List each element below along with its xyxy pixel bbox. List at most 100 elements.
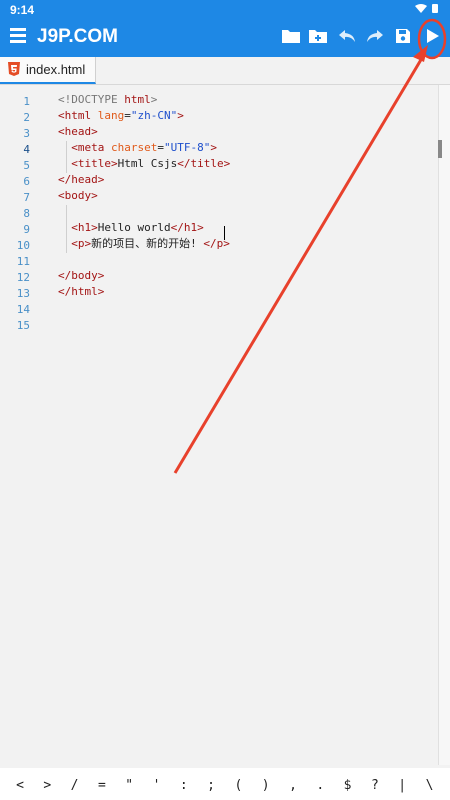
code-token: = <box>124 109 131 122</box>
code-token: 新的项目、新的开始! <box>91 237 204 250</box>
symbol-key[interactable]: , <box>280 778 306 793</box>
scrollbar-thumb[interactable] <box>438 140 442 158</box>
code-token: </body> <box>58 269 105 282</box>
line-number: 14 <box>16 303 30 316</box>
symbol-key[interactable]: ? <box>362 778 388 793</box>
line-number: 13 <box>16 287 30 300</box>
code-line: <body> <box>58 188 98 204</box>
line-number: 9 <box>23 223 30 236</box>
code-token: <meta <box>71 141 111 154</box>
symbol-key[interactable]: ( <box>225 778 251 793</box>
code-token: </p> <box>203 237 230 250</box>
status-icons <box>414 3 440 16</box>
status-time: 9:14 <box>10 3 35 17</box>
code-token: Hello world <box>97 221 171 234</box>
symbol-key[interactable]: / <box>62 778 88 793</box>
redo-button[interactable] <box>365 27 387 47</box>
code-token: charset <box>111 141 158 154</box>
app-title: J9P.COM <box>37 26 118 47</box>
code-line: <meta charset="UTF-8"> <box>58 140 217 156</box>
code-token: <p> <box>71 237 92 250</box>
symbol-key[interactable]: $ <box>335 778 361 793</box>
code-line: </body> <box>58 268 104 284</box>
save-icon <box>396 29 410 43</box>
line-number: 12 <box>16 271 30 284</box>
app-bar: 9:14 J9P.COM <box>0 0 450 57</box>
code-token: "zh-CN" <box>130 109 178 122</box>
code-token: > <box>177 109 184 122</box>
code-token: "UTF-8" <box>163 141 211 154</box>
undo-button[interactable] <box>337 27 359 47</box>
symbol-key-bar: < > / = " ':;(),. $? | \ <box>0 768 450 800</box>
line-number: 1 <box>23 95 30 108</box>
battery-icon <box>432 4 438 13</box>
line-number: 15 <box>16 319 30 332</box>
code-line: <title>Html Csjs</title> <box>58 156 230 172</box>
symbol-key[interactable]: ' <box>144 778 170 793</box>
save-button[interactable] <box>394 27 416 47</box>
run-icon <box>427 29 439 43</box>
code-line: <p>新的项目、新的开始! </p> <box>58 236 230 252</box>
code-token: Html Csjs <box>117 157 178 170</box>
vertical-scrollbar-track[interactable] <box>438 85 450 765</box>
symbol-key[interactable]: ; <box>198 778 224 793</box>
new-file-icon <box>309 30 327 43</box>
code-token: = <box>157 141 164 154</box>
code-token: html <box>124 93 151 106</box>
symbol-key[interactable]: > <box>34 778 60 793</box>
tab-bar: index.html <box>0 57 450 85</box>
redo-icon <box>367 30 383 42</box>
code-token: <title> <box>71 157 118 170</box>
code-line: </head> <box>58 172 104 188</box>
menu-icon[interactable] <box>10 28 26 43</box>
line-number: 7 <box>23 191 30 204</box>
text-cursor <box>224 226 225 240</box>
tab-label: index.html <box>26 62 86 77</box>
symbol-key[interactable]: ) <box>253 778 279 793</box>
code-token: </h1> <box>170 221 204 234</box>
open-folder-button[interactable] <box>281 27 303 47</box>
wifi-icon <box>415 4 438 13</box>
code-token: lang <box>97 109 125 122</box>
symbol-key[interactable]: : <box>171 778 197 793</box>
code-token: </title> <box>177 157 231 170</box>
code-token: <body> <box>58 189 98 202</box>
code-token: <h1> <box>71 221 98 234</box>
tab-index-html[interactable]: index.html <box>0 57 96 84</box>
code-token: > <box>150 93 158 106</box>
line-number: 2 <box>23 111 30 124</box>
symbol-key[interactable]: " <box>116 778 142 793</box>
code-line: </html> <box>58 284 104 300</box>
code-line: <!DOCTYPE html> <box>58 92 157 108</box>
code-token: </html> <box>58 285 105 298</box>
line-number: 5 <box>23 159 30 172</box>
symbol-key[interactable]: = <box>89 778 115 793</box>
html5-icon <box>8 62 20 76</box>
symbol-key[interactable]: . <box>307 778 333 793</box>
new-file-button[interactable] <box>308 27 330 47</box>
open-folder-icon <box>282 30 300 43</box>
symbol-key[interactable]: \ <box>417 778 443 793</box>
line-number: 11 <box>16 255 30 268</box>
line-number: 3 <box>23 127 30 140</box>
run-button[interactable] <box>423 27 445 47</box>
symbol-key[interactable]: < <box>7 778 33 793</box>
symbol-key[interactable]: | <box>389 778 415 793</box>
code-editor[interactable]: 1 2 3 4 5 6 7 8 9 10 11 12 13 14 15 <!DOCTYPE html> <ht… <box>0 85 440 765</box>
line-number: 10 <box>16 239 30 252</box>
code-token: <html <box>58 109 98 122</box>
code-line: <head> <box>58 124 98 140</box>
line-number: 8 <box>23 207 30 220</box>
undo-icon <box>339 30 355 42</box>
code-token: </head> <box>58 173 105 186</box>
code-token: <head> <box>58 125 98 138</box>
code-token: > <box>210 141 217 154</box>
line-number: 6 <box>23 175 30 188</box>
code-token: <!DOCTYPE <box>58 93 125 106</box>
code-line: <html lang="zh-CN"> <box>58 108 184 124</box>
code-line: <h1>Hello world</h1> <box>58 220 204 236</box>
